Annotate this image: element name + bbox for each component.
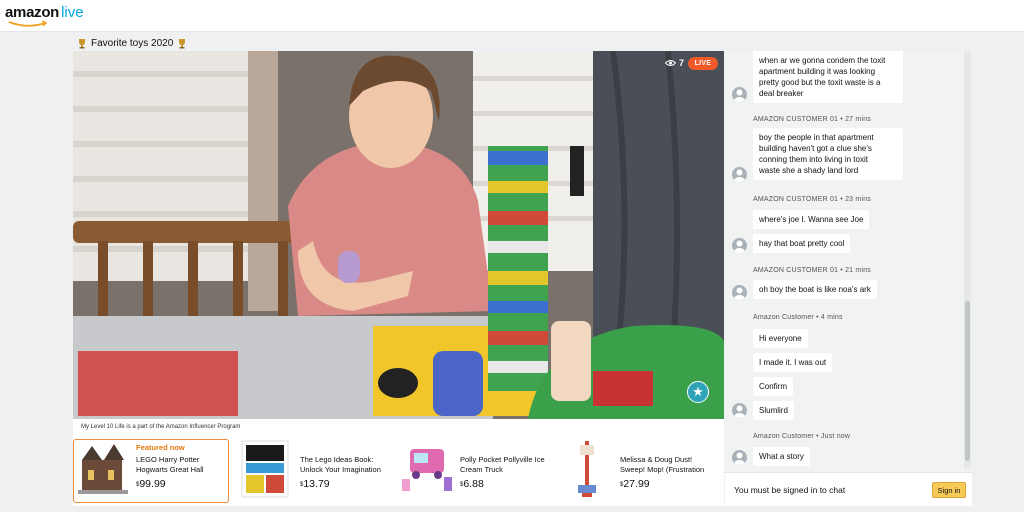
product-price: $13.79 [300, 478, 330, 490]
product-card[interactable]: Melissa & Doug Dust! Sweep! Mop! (Frustr… [558, 439, 720, 503]
eye-icon [664, 60, 676, 66]
chat-messages[interactable]: when ar we gonna condem the toxit apartm… [725, 51, 972, 472]
avatar [732, 87, 747, 102]
product-name-line2: Unlock Your Imagination [300, 465, 381, 474]
featured-now-label: Featured now [136, 443, 185, 452]
lego-ideas-book-image [241, 440, 289, 498]
chat-message: hay that boat pretty cool [753, 234, 851, 253]
chat-message-header: Amazon Customer • Just now [753, 433, 851, 440]
chat-message: boy the people in that apartment buildin… [753, 128, 903, 180]
product-name-line1: LEGO Harry Potter [136, 455, 200, 464]
product-name-line2: Cream Truck [460, 465, 503, 474]
product-name-line2: Sweep! Mop! (Frustration [620, 465, 705, 474]
stream-title-row: Favorite toys 2020 [73, 36, 191, 50]
product-price: $6.88 [460, 478, 484, 490]
avatar [732, 167, 747, 182]
polly-pocket-truck-image [402, 449, 452, 491]
sign-in-required-note: You must be signed in to chat [734, 485, 846, 495]
video-player[interactable]: 7 LIVE ★ [73, 51, 724, 419]
product-name-line2: Hogwarts Great Hall [136, 465, 204, 474]
favorite-star-icon[interactable]: ★ [687, 381, 709, 403]
chat-message-header: AMAZON CUSTOMER 01 • 21 mins [753, 267, 871, 274]
influencer-program-note: My Level 10 Life is a part of the Amazon… [81, 424, 241, 430]
product-image [238, 439, 296, 499]
product-image [558, 439, 616, 499]
chat-message-header: Amazon Customer • 4 mins [753, 314, 843, 321]
trophy-icon [79, 38, 85, 48]
chat-panel: when ar we gonna condem the toxit apartm… [725, 51, 972, 506]
product-image [74, 440, 132, 500]
product-image [398, 439, 456, 499]
viewer-count-value: 7 [678, 58, 684, 68]
chat-message: when ar we gonna condem the toxit apartm… [753, 51, 903, 103]
avatar [732, 403, 747, 418]
live-badge: LIVE [688, 57, 718, 70]
chat-message: I made it. I was out [753, 353, 833, 372]
logo-amazon-text: amazon [5, 4, 60, 21]
chat-input-area: You must be signed in to chat Sign in [725, 472, 972, 506]
product-card[interactable]: Polly Pocket Pollyville Ice Cream Truck … [398, 439, 553, 503]
chat-scrollbar[interactable] [964, 51, 971, 469]
chat-message-header: AMAZON CUSTOMER 01 • 23 mins [753, 196, 871, 203]
logo-live-text: live [61, 4, 84, 21]
chat-message: Confirm [753, 377, 794, 396]
product-name-line1: Melissa & Doug Dust! [620, 455, 693, 464]
lego-hogwarts-image [78, 444, 128, 494]
chat-message: What a story [753, 447, 810, 466]
product-carousel: My Level 10 Life is a part of the Amazon… [73, 419, 724, 506]
chat-message: oh boy the boat is like noa's ark [753, 280, 877, 299]
avatar [732, 285, 747, 300]
dust-sweep-mop-image [578, 441, 596, 497]
chat-message: Hi everyone [753, 329, 808, 348]
amazon-smile-icon [8, 20, 48, 27]
product-price: $27.99 [620, 478, 650, 490]
stream-title: Favorite toys 2020 [91, 37, 174, 49]
product-price: $99.99 [136, 478, 166, 490]
product-card-featured[interactable]: Featured now LEGO Harry Potter Hogwarts … [73, 439, 229, 503]
chat-message: where's joe I. Wanna see Joe [753, 210, 870, 229]
avatar [732, 238, 747, 253]
trophy-icon [179, 38, 186, 48]
product-name-line1: The Lego Ideas Book: [300, 455, 374, 464]
sign-in-button[interactable]: Sign in [932, 482, 966, 498]
amazon-live-logo[interactable]: amazon live [5, 4, 84, 28]
top-bar: amazon live [0, 0, 1024, 32]
viewer-count: 7 [664, 58, 684, 68]
product-card[interactable]: The Lego Ideas Book: Unlock Your Imagina… [238, 439, 393, 503]
chat-scrollbar-thumb[interactable] [965, 301, 970, 461]
avatar [732, 450, 747, 465]
chat-message-header: AMAZON CUSTOMER 01 • 27 mins [753, 116, 871, 123]
chat-message: Slumlird [753, 401, 794, 420]
product-name-line1: Polly Pocket Pollyville Ice [460, 455, 545, 464]
video-frame [73, 51, 724, 419]
